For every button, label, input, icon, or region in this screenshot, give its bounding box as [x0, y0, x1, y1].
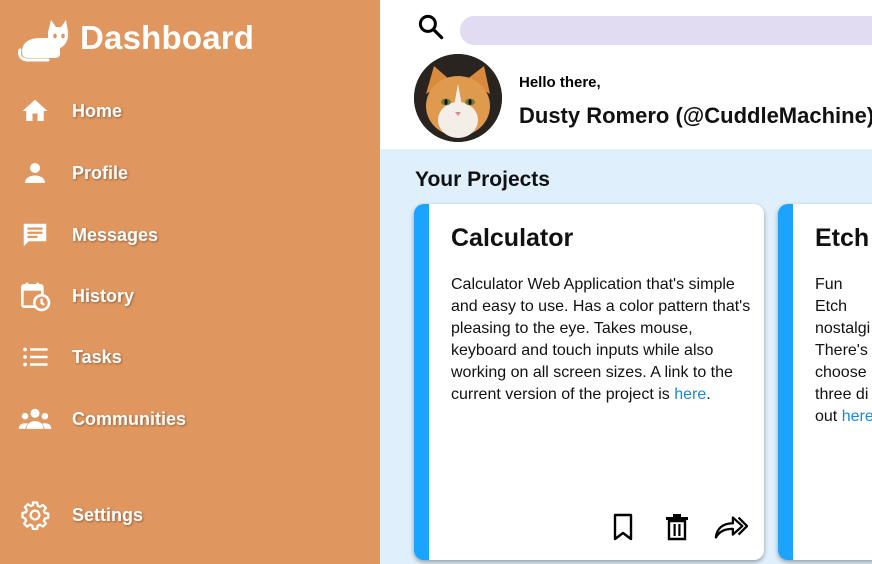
- brand[interactable]: Dashboard: [18, 12, 254, 64]
- brand-title: Dashboard: [80, 19, 255, 56]
- card-description-text: Calculator Web Application that's simple…: [451, 276, 751, 403]
- sidebar-item-tasks[interactable]: Tasks: [18, 339, 122, 375]
- gear-icon: [18, 498, 52, 532]
- card-description: Calculator Web Application that's simple…: [451, 274, 751, 406]
- card-title: Etch A: [815, 224, 872, 252]
- avatar: [414, 54, 502, 142]
- project-link[interactable]: here: [674, 386, 706, 403]
- sidebar-item-home[interactable]: Home: [18, 93, 122, 129]
- person-icon: [18, 156, 52, 190]
- card-actions: [606, 512, 748, 542]
- project-link[interactable]: here: [842, 408, 872, 425]
- sidebar-item-messages[interactable]: Messages: [18, 217, 158, 253]
- section-title: Your Projects: [415, 168, 550, 191]
- group-icon: [18, 402, 52, 436]
- card-description-text: Fun Etch nostalgi There's choose three d…: [815, 276, 871, 425]
- sidebar-item-label: Messages: [72, 224, 159, 245]
- header: Hello there, Dusty Romero (@CuddleMachin…: [380, 0, 872, 149]
- sidebar-item-label: Profile: [72, 162, 129, 183]
- search-icon[interactable]: [416, 12, 446, 42]
- sidebar-item-label: Home: [72, 100, 123, 121]
- sidebar-item-settings[interactable]: Settings: [18, 497, 143, 533]
- bookmark-icon[interactable]: [606, 512, 640, 542]
- trash-icon[interactable]: [660, 512, 694, 542]
- sidebar: Dashboard Home Profile Messages History …: [0, 0, 380, 564]
- main-content: Your Projects Calculator Calculator Web …: [380, 149, 872, 564]
- cat-photo: [414, 54, 502, 142]
- card-description: Fun Etch nostalgi There's choose three d…: [815, 274, 872, 428]
- username: Dusty Romero (@CuddleMachine): [519, 103, 872, 128]
- card-title: Calculator: [451, 224, 574, 252]
- sidebar-item-history[interactable]: History: [18, 278, 134, 314]
- card-description-suffix: .: [706, 386, 711, 403]
- message-icon: [18, 218, 52, 252]
- sidebar-item-label: History: [72, 285, 135, 306]
- sidebar-item-label: Tasks: [72, 346, 122, 367]
- greeting-text: Hello there,: [519, 74, 601, 91]
- sidebar-item-label: Settings: [72, 504, 144, 525]
- sidebar-item-label: Communities: [72, 408, 187, 429]
- home-icon: [18, 94, 52, 128]
- search-input[interactable]: [460, 16, 872, 45]
- sidebar-item-profile[interactable]: Profile: [18, 155, 128, 191]
- cat-icon: [18, 20, 69, 62]
- calendar-clock-icon: [18, 279, 52, 313]
- project-card: Calculator Calculator Web Application th…: [414, 204, 764, 560]
- project-card: Etch A Fun Etch nostalgi There's choose …: [778, 204, 872, 560]
- sidebar-item-communities[interactable]: Communities: [18, 401, 186, 437]
- share-icon[interactable]: [714, 512, 748, 542]
- list-icon: [18, 340, 52, 374]
